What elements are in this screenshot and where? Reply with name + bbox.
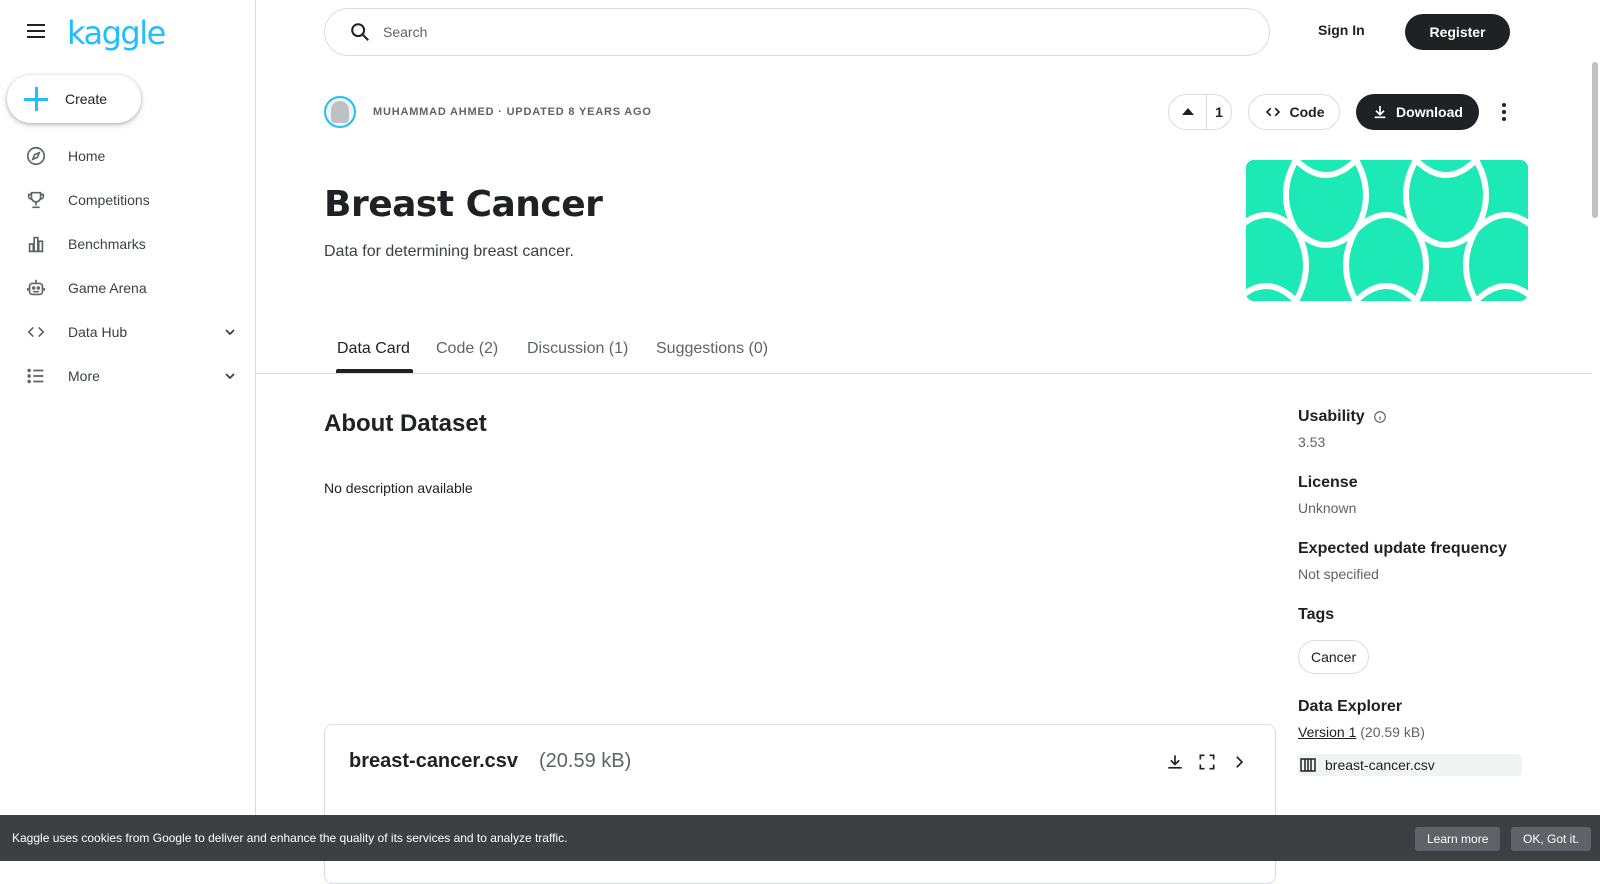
learn-more-button[interactable]: Learn more (1415, 827, 1501, 851)
menu-icon[interactable] (24, 20, 48, 44)
plus-icon (24, 87, 48, 111)
code-brackets-icon (27, 326, 45, 338)
sign-in-button[interactable]: Sign In (1318, 22, 1365, 38)
tags-label: Tags (1298, 606, 1335, 623)
usability-value: 3.53 (1298, 434, 1326, 450)
cookie-text: Kaggle uses cookies from Google to deliv… (12, 831, 568, 845)
sidebar-item-label: Data Hub (68, 324, 128, 340)
code-brackets-icon (1265, 107, 1280, 117)
code-button-label: Code (1289, 104, 1325, 120)
scrollbar[interactable] (1592, 62, 1598, 218)
upvote-button[interactable] (1169, 95, 1207, 129)
trophy-icon (27, 191, 45, 209)
download-icon (1374, 106, 1386, 119)
version-size: (20.59 kB) (1360, 724, 1425, 740)
data-explorer-file-name: breast-cancer.csv (1325, 757, 1435, 773)
fullscreen-icon[interactable] (1195, 750, 1219, 774)
bar-chart-icon (28, 236, 44, 253)
version-link[interactable]: Version 1 (1298, 724, 1356, 740)
banner-pattern (1246, 160, 1528, 301)
page-title: Breast Cancer (324, 184, 603, 225)
list-icon (27, 368, 44, 384)
info-icon[interactable] (1373, 410, 1387, 424)
file-actions (1155, 750, 1251, 774)
kaggle-logo[interactable]: kaggle (67, 14, 166, 52)
sidebar-item-label: More (68, 368, 100, 384)
tab-suggestions[interactable]: Suggestions (0) (656, 340, 768, 358)
download-button-label: Download (1396, 104, 1463, 120)
active-tab-indicator (336, 369, 413, 373)
update-frequency-value: Not specified (1298, 566, 1379, 582)
chevron-down-icon[interactable] (222, 368, 238, 384)
cookie-banner: Kaggle uses cookies from Google to deliv… (0, 815, 1600, 861)
about-dataset-description: No description available (324, 480, 473, 496)
sidebar-item-home[interactable]: Home (0, 134, 255, 178)
code-button[interactable]: Code (1248, 94, 1340, 130)
sidebar-item-label: Home (68, 148, 106, 164)
dataset-metadata-panel: Usability 3.53 License Unknown Expected … (1298, 408, 1528, 776)
register-button[interactable]: Register (1405, 14, 1510, 50)
sidebar-item-benchmarks[interactable]: Benchmarks (0, 222, 255, 266)
tab-discussion[interactable]: Discussion (1) (527, 340, 628, 358)
search-input[interactable] (383, 24, 1183, 40)
search-icon (351, 23, 369, 41)
dataset-owner-row: MUHAMMAD AHMED · UPDATED 8 YEARS AGO (324, 96, 652, 128)
file-name: breast-cancer.csv (349, 750, 519, 772)
tab-code[interactable]: Code (2) (436, 340, 498, 358)
sidebar-item-label: Game Arena (68, 280, 147, 296)
data-explorer-file[interactable]: breast-cancer.csv (1298, 754, 1522, 776)
data-explorer-label: Data Explorer (1298, 698, 1403, 715)
compass-icon (26, 146, 46, 166)
create-button-label: Create (65, 91, 108, 107)
usability-label: Usability (1298, 408, 1365, 425)
accept-cookies-button[interactable]: OK, Got it. (1511, 827, 1592, 851)
sidebar-item-label: Competitions (68, 192, 150, 208)
more-options-icon[interactable] (1492, 98, 1516, 126)
table-icon (1300, 758, 1316, 772)
download-button[interactable]: Download (1356, 94, 1479, 130)
sidebar-item-competitions[interactable]: Competitions (0, 178, 255, 222)
chevron-right-icon[interactable] (1227, 750, 1251, 774)
create-button[interactable]: Create (7, 75, 141, 123)
search-bar[interactable] (324, 8, 1270, 56)
owner-line[interactable]: MUHAMMAD AHMED · UPDATED 8 YEARS AGO (373, 106, 652, 118)
sidebar-item-label: Benchmarks (68, 236, 146, 252)
upvote-count: 1 (1215, 104, 1223, 120)
license-value: Unknown (1298, 500, 1357, 516)
file-size: (20.59 kB) (539, 750, 632, 772)
sidebar-item-game-arena[interactable]: Game Arena (0, 266, 255, 310)
chevron-down-icon[interactable] (222, 324, 238, 340)
download-icon[interactable] (1163, 750, 1187, 774)
avatar[interactable] (324, 96, 356, 128)
sidebar-nav: Home Competitions Benchmarks Game Arena … (0, 134, 255, 398)
tag-chip[interactable]: Cancer (1298, 640, 1370, 674)
caret-up-icon (1181, 108, 1194, 115)
tab-bar: Data Card Code (2) Discussion (1) Sugges… (256, 330, 1592, 374)
robot-icon (26, 279, 46, 296)
sidebar: kaggle Create Home Competitions Benchmar… (0, 0, 256, 861)
tab-data-card[interactable]: Data Card (337, 340, 410, 358)
update-frequency-label: Expected update frequency (1298, 540, 1507, 557)
page-subtitle: Data for determining breast cancer. (324, 243, 574, 260)
upvote-control: 1 (1168, 94, 1232, 130)
sidebar-item-more[interactable]: More (0, 354, 255, 398)
about-dataset-heading: About Dataset (324, 410, 487, 437)
sidebar-item-data-hub[interactable]: Data Hub (0, 310, 255, 354)
license-label: License (1298, 474, 1358, 491)
dataset-banner-image (1246, 160, 1528, 301)
